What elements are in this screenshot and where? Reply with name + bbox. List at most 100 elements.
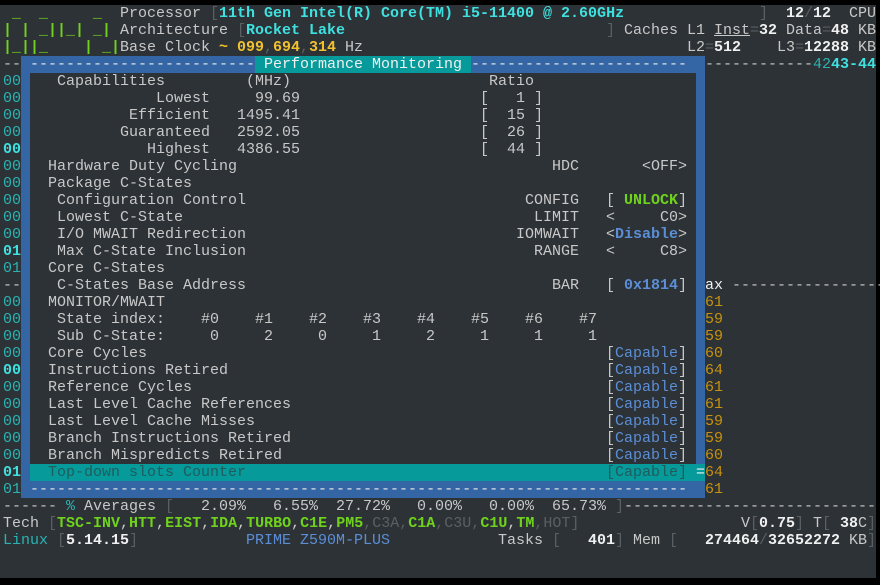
tech-flag: HOT <box>543 515 571 532</box>
limit-value[interactable]: C0 <box>660 209 678 226</box>
capability-mhz: 4386.55 <box>236 141 300 158</box>
core-id: 00 <box>3 192 22 209</box>
capability-label: Guaranteed <box>119 124 210 141</box>
core-id: 00 <box>3 447 22 464</box>
core-id: 01 <box>3 243 22 260</box>
architecture-label: Architecture <box>120 22 229 39</box>
bracket: ] <box>615 532 625 549</box>
core-id: 00 <box>3 379 22 396</box>
counter-status[interactable]: [Capable] <box>606 430 687 447</box>
range-value[interactable]: C8 <box>660 243 678 260</box>
capability-label: Efficient <box>128 107 210 124</box>
core-id: 00 <box>3 362 22 379</box>
range-key: RANGE <box>533 243 579 260</box>
counter-status[interactable]: [Capable] <box>606 362 687 379</box>
bracket: ] <box>129 532 139 549</box>
core-id: 01 <box>3 464 22 481</box>
sub-cstate-value: 0 <box>318 328 328 345</box>
config-toggle[interactable]: [ UNLOCK] <box>606 192 687 209</box>
counter-label[interactable]: Last Level Cache References <box>48 396 291 413</box>
counter-status[interactable]: [Capable] <box>606 464 687 481</box>
core-id: 00 <box>3 141 22 158</box>
counter-label[interactable]: Branch Mispredicts Retired <box>48 447 282 464</box>
inst-label: Inst <box>714 22 751 39</box>
processor-label: Processor <box>120 5 202 22</box>
counter-label[interactable]: Reference Cycles <box>48 379 192 396</box>
temperature-value: 59 <box>705 328 724 345</box>
cpu-online: 12 <box>786 5 805 22</box>
state-index: #3 <box>363 311 382 328</box>
limit-left-arrow[interactable]: < <box>606 209 615 226</box>
core-id: 00 <box>3 430 22 447</box>
bracket: [ <box>669 532 679 549</box>
bracket: ] <box>534 124 544 141</box>
core-id: 00 <box>3 90 22 107</box>
counter-status[interactable]: [Capable] <box>606 379 687 396</box>
core-id: 00 <box>3 73 22 90</box>
average-value: 0.00% <box>488 498 534 515</box>
limit-label: Lowest C-State <box>57 209 184 226</box>
core-id: 00 <box>3 311 22 328</box>
counter-label[interactable]: Last Level Cache Misses <box>48 413 255 430</box>
counter-label[interactable]: Top-down slots Counter <box>48 464 246 481</box>
core-id: 00 <box>3 294 22 311</box>
separator: / <box>804 5 814 22</box>
popup-border: ------------------------- <box>30 56 256 73</box>
range-right-arrow[interactable]: > <box>678 243 687 260</box>
config-value: UNLOCK <box>624 192 679 209</box>
hdc-value: OFF <box>651 158 679 175</box>
counter-status[interactable]: [Capable] <box>606 413 687 430</box>
temperature-value: 61 <box>705 379 724 396</box>
data-label: Data <box>786 22 823 39</box>
average-value: 27.72% <box>335 498 390 515</box>
mem-unit: KB <box>849 532 868 549</box>
temperature-value: 64 <box>705 362 724 379</box>
temp-value: 38 <box>839 515 858 532</box>
voltage-value: 0.75 <box>759 515 796 532</box>
limit-right-arrow[interactable]: > <box>678 209 687 226</box>
capability-mhz: 1495.41 <box>236 107 300 124</box>
tech-flag: TURBO <box>246 515 292 532</box>
counter-status[interactable]: [Capable] <box>606 345 687 362</box>
hdc-toggle[interactable]: <OFF> <box>642 158 687 175</box>
bracket: ] <box>606 22 616 39</box>
bracket: [ <box>480 124 490 141</box>
hz-label: Hz <box>345 39 364 56</box>
equals: = <box>822 22 832 39</box>
temperature-value: 64 <box>705 464 724 481</box>
core-id: 00 <box>3 209 22 226</box>
core-id: 00 <box>3 226 22 243</box>
average-value: 6.55% <box>272 498 318 515</box>
logo-line: |_||_ | _| <box>3 39 121 56</box>
temperature-value: 60 <box>705 447 724 464</box>
counter-label[interactable]: Core Cycles <box>48 345 147 362</box>
tech-flag: C1E <box>300 515 328 532</box>
tilde: ~ <box>219 39 229 56</box>
state-index: #5 <box>471 311 490 328</box>
iomwait-toggle[interactable]: <Disable> <box>606 226 687 243</box>
state-index: #0 <box>201 311 220 328</box>
sub-cstate-label: Sub C-State: <box>57 328 166 345</box>
capability-ratio: 1 <box>515 90 525 107</box>
core-id: 00 <box>3 175 22 192</box>
capability-mhz: 99.69 <box>254 90 300 107</box>
board-name: PRIME Z590M-PLUS <box>246 532 391 549</box>
tech-flag: C1U <box>480 515 508 532</box>
bracket: [ <box>750 515 760 532</box>
tech-flag: C3U <box>444 515 472 532</box>
bar-label: C-States Base Address <box>57 277 247 294</box>
popup-border: ------------------------ <box>471 56 688 73</box>
base-clock-label: Base Clock <box>120 39 211 56</box>
counter-status[interactable]: [Capable] <box>606 396 687 413</box>
temp-label: T <box>813 515 823 532</box>
counter-status[interactable]: [Capable] <box>606 447 687 464</box>
popup-border: ----------------------------------------… <box>30 481 688 498</box>
separator: / <box>759 532 769 549</box>
tech-flag: TSC-INV <box>57 515 121 532</box>
counter-label[interactable]: Instructions Retired <box>48 362 228 379</box>
counter-label[interactable]: Branch Instructions Retired <box>48 430 291 447</box>
iomwait-label: I/O MWAIT Redirection <box>57 226 247 243</box>
range-left-arrow[interactable]: < <box>606 243 615 260</box>
bracket: [ <box>165 498 175 515</box>
state-index: #4 <box>417 311 436 328</box>
